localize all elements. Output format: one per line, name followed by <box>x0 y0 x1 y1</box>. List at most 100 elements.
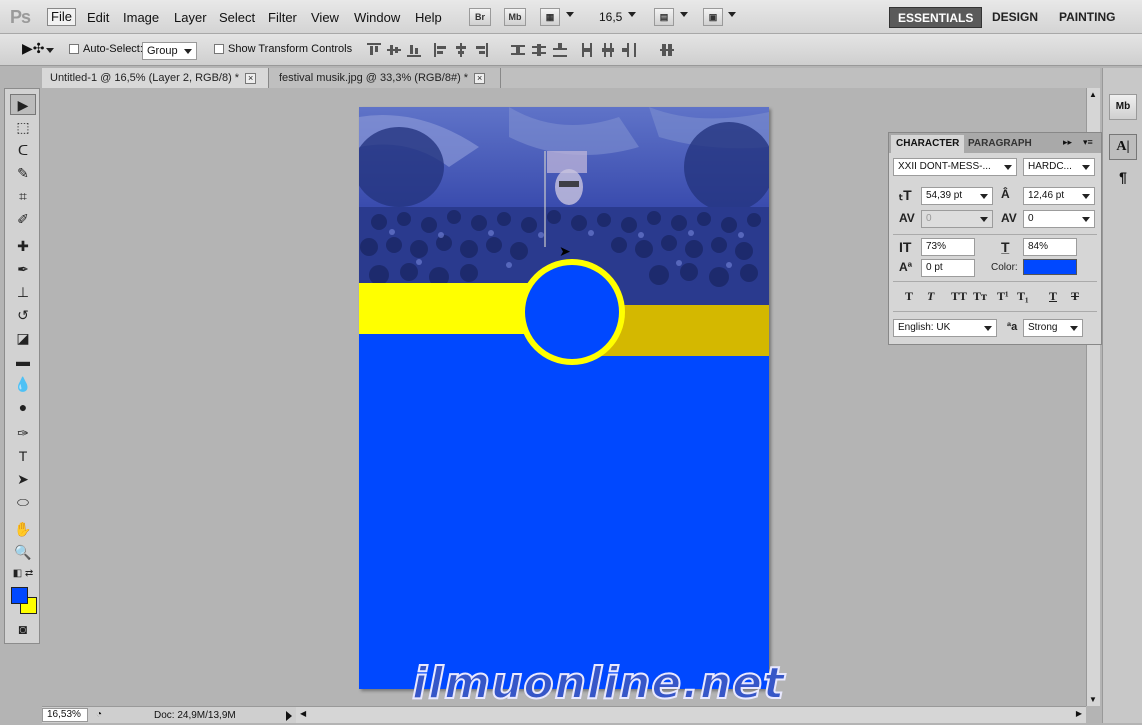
foreground-color-swatch[interactable] <box>11 587 28 604</box>
path-selection-tool-icon[interactable]: ➤ <box>10 469 36 490</box>
font-style-select[interactable]: HARDC... <box>1023 158 1095 176</box>
tracking-field[interactable]: 0 <box>1023 210 1095 228</box>
close-icon[interactable]: × <box>474 73 486 84</box>
auto-select-dropdown[interactable]: Group <box>142 42 197 60</box>
menu-filter[interactable]: Filter <box>268 10 297 25</box>
tab-untitled-1[interactable]: Untitled-1 @ 16,5% (Layer 2, RGB/8) * × <box>42 68 269 88</box>
underline-icon[interactable]: T <box>1049 289 1057 304</box>
document-canvas[interactable] <box>359 107 769 689</box>
distribute-top-icon[interactable] <box>511 43 525 57</box>
hand-tool-icon[interactable]: ✋ <box>10 519 36 540</box>
faux-italic-icon[interactable]: T <box>927 289 934 304</box>
bridge-button[interactable]: Br <box>469 8 491 26</box>
distribute-bottom-icon[interactable] <box>553 43 567 57</box>
baseline-shift-field[interactable]: 0 pt <box>921 259 975 277</box>
align-hcenter-icon[interactable] <box>454 43 468 57</box>
distribute-left-icon[interactable] <box>580 43 594 57</box>
scroll-up-icon[interactable]: ▲ <box>1089 90 1097 99</box>
minibridge-button[interactable]: Mb <box>504 8 526 26</box>
distribute-hcenter-icon[interactable] <box>601 43 615 57</box>
brush-tool-icon[interactable]: ✒ <box>10 259 36 280</box>
screen-mode-icon[interactable]: ▣ <box>703 8 723 26</box>
align-right-icon[interactable] <box>474 43 488 57</box>
subscript-icon[interactable]: T₁ <box>1017 289 1029 304</box>
workspace-painting[interactable]: PAINTING <box>1051 7 1123 28</box>
show-transform-checkbox[interactable] <box>214 44 224 54</box>
strikethrough-icon[interactable]: T <box>1071 289 1079 304</box>
clone-stamp-tool-icon[interactable]: ⊥ <box>10 282 36 303</box>
faux-bold-icon[interactable]: T <box>905 289 913 304</box>
lasso-tool-icon[interactable]: ᑕ <box>10 140 36 161</box>
dodge-tool-icon[interactable]: ● <box>10 397 36 418</box>
tab-festival-musik[interactable]: festival musik.jpg @ 33,3% (RGB/8#) * × <box>271 68 501 88</box>
close-icon[interactable]: × <box>245 73 257 84</box>
extras-dropdown-icon[interactable] <box>566 12 574 17</box>
font-family-select[interactable]: XXII DONT-MESS-... <box>893 158 1017 176</box>
text-color-swatch[interactable] <box>1023 259 1077 275</box>
pen-tool-icon[interactable]: ✑ <box>10 423 36 444</box>
menu-window[interactable]: Window <box>354 10 400 25</box>
workspace-essentials[interactable]: ESSENTIALS <box>889 7 983 28</box>
quick-selection-tool-icon[interactable]: ✎ <box>10 163 36 184</box>
crop-tool-icon[interactable]: ⌗ <box>10 186 36 207</box>
font-size-field[interactable]: 54,39 pt <box>921 187 993 205</box>
zoom-field[interactable]: 16,53% <box>42 708 88 722</box>
type-tool-icon[interactable]: T <box>10 446 36 467</box>
paragraph-panel-icon[interactable]: ¶ <box>1109 165 1137 191</box>
panel-menu-icon[interactable]: ▾≡ <box>1083 137 1093 148</box>
language-select[interactable]: English: UK <box>893 319 997 337</box>
auto-select-checkbox[interactable] <box>69 44 79 54</box>
menu-help[interactable]: Help <box>415 10 442 25</box>
zoom-level[interactable]: 16,5 <box>599 10 622 24</box>
eyedropper-tool-icon[interactable]: ✐ <box>10 209 36 230</box>
move-tool-icon[interactable]: ▶ <box>10 94 36 115</box>
status-info-icon[interactable]: ◔ <box>96 709 102 720</box>
tab-paragraph[interactable]: PARAGRAPH <box>963 135 1037 153</box>
align-vcenter-icon[interactable] <box>387 43 401 57</box>
menu-layer[interactable]: Layer <box>174 10 207 25</box>
history-brush-tool-icon[interactable]: ↺ <box>10 305 36 326</box>
arrange-dropdown-icon[interactable] <box>680 12 688 17</box>
horizontal-scale-field[interactable]: 84% <box>1023 238 1077 256</box>
shape-tool-icon[interactable]: ⬭ <box>10 492 36 513</box>
menu-edit[interactable]: Edit <box>87 10 109 25</box>
character-panel-icon[interactable]: A| <box>1109 134 1137 160</box>
quick-mask-icon[interactable]: ◙ <box>10 619 36 640</box>
menu-view[interactable]: View <box>311 10 339 25</box>
anti-alias-select[interactable]: Strong <box>1023 319 1083 337</box>
workspace-design[interactable]: DESIGN <box>984 7 1046 28</box>
small-caps-icon[interactable]: Tт <box>973 289 987 304</box>
leading-field[interactable]: 12,46 pt <box>1023 187 1095 205</box>
scroll-right-icon[interactable]: ▶ <box>1076 709 1082 718</box>
scroll-down-icon[interactable]: ▼ <box>1089 695 1097 704</box>
zoom-dropdown-icon[interactable] <box>628 12 636 17</box>
align-top-icon[interactable] <box>367 43 381 57</box>
extras-icon[interactable]: ▦ <box>540 8 560 26</box>
auto-align-layers-icon[interactable] <box>660 43 674 57</box>
panel-collapse-icon[interactable]: ▸▸ <box>1063 137 1072 148</box>
distribute-vcenter-icon[interactable] <box>532 43 546 57</box>
kerning-field[interactable]: 0 <box>921 210 993 228</box>
superscript-icon[interactable]: T¹ <box>997 289 1009 304</box>
blur-tool-icon[interactable]: 💧 <box>10 374 36 395</box>
horizontal-scrollbar[interactable]: ◀ ▶ <box>296 706 1086 723</box>
tool-preset-dropdown-icon[interactable] <box>46 48 54 53</box>
align-bottom-icon[interactable] <box>407 43 421 57</box>
gradient-tool-icon[interactable]: ▬ <box>10 351 36 372</box>
tab-character[interactable]: CHARACTER <box>891 135 965 153</box>
menu-select[interactable]: Select <box>219 10 255 25</box>
screen-mode-dropdown-icon[interactable] <box>728 12 736 17</box>
healing-brush-tool-icon[interactable]: ✚ <box>10 236 36 257</box>
minibridge-panel-icon[interactable]: Mb <box>1109 94 1137 120</box>
eraser-tool-icon[interactable]: ◪ <box>10 328 36 349</box>
status-menu-arrow-icon[interactable] <box>286 711 292 721</box>
marquee-tool-icon[interactable]: ⬚ <box>10 117 36 138</box>
align-left-icon[interactable] <box>434 43 448 57</box>
menu-image[interactable]: Image <box>123 10 159 25</box>
scroll-left-icon[interactable]: ◀ <box>300 709 306 718</box>
swap-colors-icon[interactable]: ◧ ⇄ <box>10 567 36 581</box>
all-caps-icon[interactable]: TT <box>951 289 967 304</box>
distribute-right-icon[interactable] <box>622 43 636 57</box>
vertical-scale-field[interactable]: 73% <box>921 238 975 256</box>
zoom-tool-icon[interactable]: 🔍 <box>10 542 36 563</box>
